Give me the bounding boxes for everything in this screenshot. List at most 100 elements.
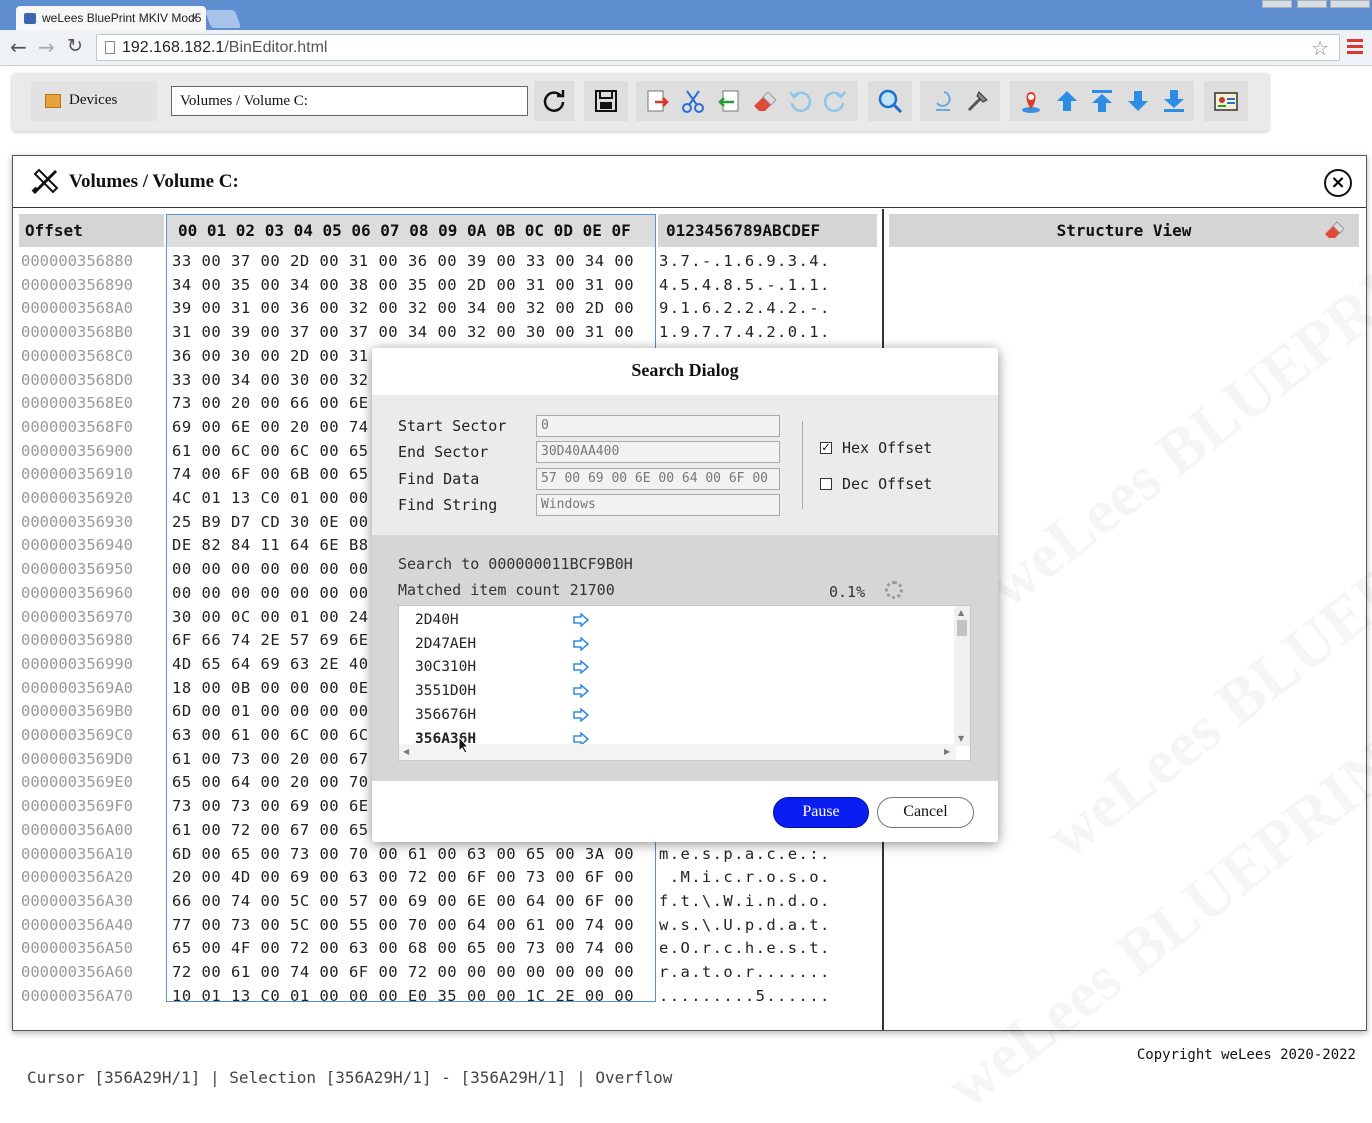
row-ascii[interactable]: f.t.\.W.i.n.d.o. <box>659 892 831 910</box>
close-window-button[interactable] <box>1330 0 1370 8</box>
locate-icon[interactable] <box>1016 86 1046 116</box>
up-icon[interactable] <box>1052 86 1082 116</box>
row-hex[interactable]: 36 00 30 00 2D 00 31 <box>172 347 369 365</box>
result-item[interactable]: 356676H <box>415 707 476 723</box>
save-icon[interactable] <box>591 86 621 116</box>
row-ascii[interactable]: 3.7.-.1.6.9.3.4. <box>659 252 831 270</box>
row-hex[interactable]: 69 00 6E 00 20 00 74 <box>172 418 369 436</box>
row-hex[interactable]: 74 00 6F 00 6B 00 65 <box>172 465 369 483</box>
hex-row[interactable]: 000000356A20 20 00 4D 00 69 00 63 00 72 0… <box>19 868 879 892</box>
goto-arrow-icon[interactable] <box>573 613 589 627</box>
result-item[interactable]: 2D47AEH <box>415 636 476 652</box>
results-vscrollbar[interactable]: ▲ ▼ <box>954 606 970 746</box>
scroll-right-icon[interactable]: ▶ <box>944 747 950 756</box>
hex-offset-checkbox[interactable]: ✓ <box>820 442 832 454</box>
row-hex[interactable]: 33 00 34 00 30 00 32 <box>172 371 369 389</box>
row-hex[interactable]: 6D 00 01 00 00 00 00 <box>172 702 369 720</box>
row-ascii[interactable]: .........5...... <box>659 987 831 1005</box>
address-bar[interactable]: 192.168.182.1/BinEditor.html ☆ <box>96 34 1340 61</box>
goto-arrow-icon[interactable] <box>573 660 589 675</box>
tools-icon[interactable] <box>963 86 993 116</box>
row-ascii[interactable]: e.O.r.c.h.e.s.t. <box>659 939 831 957</box>
row-hex[interactable]: 63 00 61 00 6C 00 6C <box>172 726 369 744</box>
row-hex[interactable]: DE 82 84 11 64 6E B8 <box>172 536 369 554</box>
pause-button[interactable]: Pause <box>773 797 869 828</box>
results-list[interactable]: 2D40H 2D47AEH 30C310H 3551D0H 356676H 356A36H… <box>398 605 971 761</box>
cancel-button[interactable]: Cancel <box>877 797 974 828</box>
result-item[interactable]: 3551D0H <box>415 683 476 699</box>
row-hex[interactable]: 73 00 20 00 66 00 6E <box>172 394 369 412</box>
scroll-down-icon[interactable]: ▼ <box>958 734 964 743</box>
result-item[interactable]: 30C310H <box>415 659 476 675</box>
row-hex[interactable]: 6D 00 65 00 73 00 70 00 61 00 63 00 65 0… <box>172 845 634 863</box>
start-sector-input[interactable]: 0 <box>536 415 780 437</box>
minimize-button[interactable] <box>1262 0 1292 8</box>
scroll-left-icon[interactable]: ◀ <box>403 747 409 756</box>
row-hex[interactable]: 61 00 6C 00 6C 00 65 <box>172 442 369 460</box>
goto-arrow-icon[interactable] <box>573 684 589 699</box>
scroll-thumb[interactable] <box>957 620 967 636</box>
undo-icon[interactable] <box>785 86 815 116</box>
hex-row[interactable]: 000000356880 33 00 37 00 2D 00 31 00 36 0… <box>19 252 879 276</box>
down-icon[interactable] <box>1123 86 1153 116</box>
new-tab-button[interactable] <box>204 10 242 28</box>
hex-row[interactable]: 000000356A40 77 00 73 00 5C 00 55 00 70 0… <box>19 916 879 940</box>
row-hex[interactable]: 61 00 73 00 20 00 67 <box>172 750 369 768</box>
erase-icon[interactable] <box>749 86 779 116</box>
hex-row[interactable]: 000000356A70 10 01 13 C0 01 00 00 00 E0 3… <box>19 987 879 1011</box>
goto-arrow-icon[interactable] <box>573 636 589 651</box>
row-hex[interactable]: 61 00 72 00 67 00 65 <box>172 821 369 839</box>
row-hex[interactable]: 66 00 74 00 5C 00 57 00 69 00 6E 00 64 0… <box>172 892 634 910</box>
hex-row[interactable]: 0000003568A0 39 00 31 00 36 00 32 00 32 0… <box>19 299 879 323</box>
row-ascii[interactable]: 4.5.4.8.5.-.1.1. <box>659 276 831 294</box>
redo-icon[interactable] <box>820 86 850 116</box>
reload-icon[interactable]: ↻ <box>67 35 83 57</box>
results-hscrollbar[interactable]: ◀ ▶ <box>399 744 956 760</box>
back-icon[interactable]: ← <box>10 35 27 59</box>
tab-close-icon[interactable]: × <box>190 10 198 25</box>
row-hex[interactable]: 77 00 73 00 5C 00 55 00 70 00 64 00 61 0… <box>172 916 634 934</box>
bookmark-star-icon[interactable]: ☆ <box>1311 36 1329 61</box>
browser-menu-icon[interactable] <box>1347 39 1363 55</box>
row-ascii[interactable]: 1.9.7.7.4.2.0.1. <box>659 323 831 341</box>
row-hex[interactable]: 20 00 4D 00 69 00 63 00 72 00 6F 00 73 0… <box>172 868 634 886</box>
forward-icon[interactable]: → <box>38 35 55 59</box>
id-card-icon[interactable] <box>1211 86 1241 116</box>
refresh-icon[interactable] <box>539 86 569 116</box>
row-hex[interactable]: 00 00 00 00 00 00 00 <box>172 584 369 602</box>
path-input[interactable]: Volumes / Volume C: <box>171 86 528 116</box>
row-hex[interactable]: 39 00 31 00 36 00 32 00 32 00 34 00 32 0… <box>172 299 634 317</box>
hex-row[interactable]: 000000356890 34 00 35 00 34 00 38 00 35 0… <box>19 276 879 300</box>
row-ascii[interactable]: 9.1.6.2.2.4.2.-. <box>659 299 831 317</box>
row-ascii[interactable]: r.a.t.o.r....... <box>659 963 831 981</box>
clear-icon[interactable] <box>1323 220 1347 240</box>
hex-row[interactable]: 000000356A50 65 00 4F 00 72 00 63 00 68 0… <box>19 939 879 963</box>
close-panel-button[interactable]: × <box>1324 169 1352 197</box>
row-hex[interactable]: 65 00 64 00 20 00 70 <box>172 773 369 791</box>
row-hex[interactable]: 73 00 73 00 69 00 6E <box>172 797 369 815</box>
row-hex[interactable]: 31 00 39 00 37 00 37 00 34 00 32 00 30 0… <box>172 323 634 341</box>
row-hex[interactable]: 33 00 37 00 2D 00 31 00 36 00 39 00 33 0… <box>172 252 634 270</box>
inspect-icon[interactable] <box>926 86 956 116</box>
maximize-button[interactable] <box>1297 0 1327 8</box>
scroll-up-icon[interactable]: ▲ <box>958 608 964 617</box>
hex-row[interactable]: 0000003568B0 31 00 39 00 37 00 37 00 34 0… <box>19 323 879 347</box>
devices-button[interactable]: Devices <box>31 81 157 121</box>
find-string-input[interactable]: Windows <box>536 494 780 516</box>
row-hex[interactable]: 10 01 13 C0 01 00 00 00 E0 35 00 00 1C 2… <box>172 987 634 1005</box>
row-hex[interactable]: 72 00 61 00 74 00 6F 00 72 00 00 00 00 0… <box>172 963 634 981</box>
search-icon[interactable] <box>875 86 905 116</box>
export-icon[interactable] <box>642 86 672 116</box>
row-ascii[interactable]: w.s.\.U.p.d.a.t. <box>659 916 831 934</box>
row-ascii[interactable]: .M.i.c.r.o.s.o. <box>659 868 831 886</box>
import-icon[interactable] <box>714 86 744 116</box>
row-hex[interactable]: 00 00 00 00 00 00 00 <box>172 560 369 578</box>
hex-row[interactable]: 000000356A60 72 00 61 00 74 00 6F 00 72 0… <box>19 963 879 987</box>
find-data-input[interactable]: 57 00 69 00 6E 00 64 00 6F 00 <box>536 468 780 490</box>
top-icon[interactable] <box>1087 86 1117 116</box>
result-item[interactable]: 2D40H <box>415 612 459 628</box>
dec-offset-checkbox[interactable] <box>820 478 832 490</box>
row-ascii[interactable]: m.e.s.p.a.c.e.:. <box>659 845 831 863</box>
hex-row[interactable]: 000000356A10 6D 00 65 00 73 00 70 00 61 0… <box>19 845 879 869</box>
row-hex[interactable]: 34 00 35 00 34 00 38 00 35 00 2D 00 31 0… <box>172 276 634 294</box>
